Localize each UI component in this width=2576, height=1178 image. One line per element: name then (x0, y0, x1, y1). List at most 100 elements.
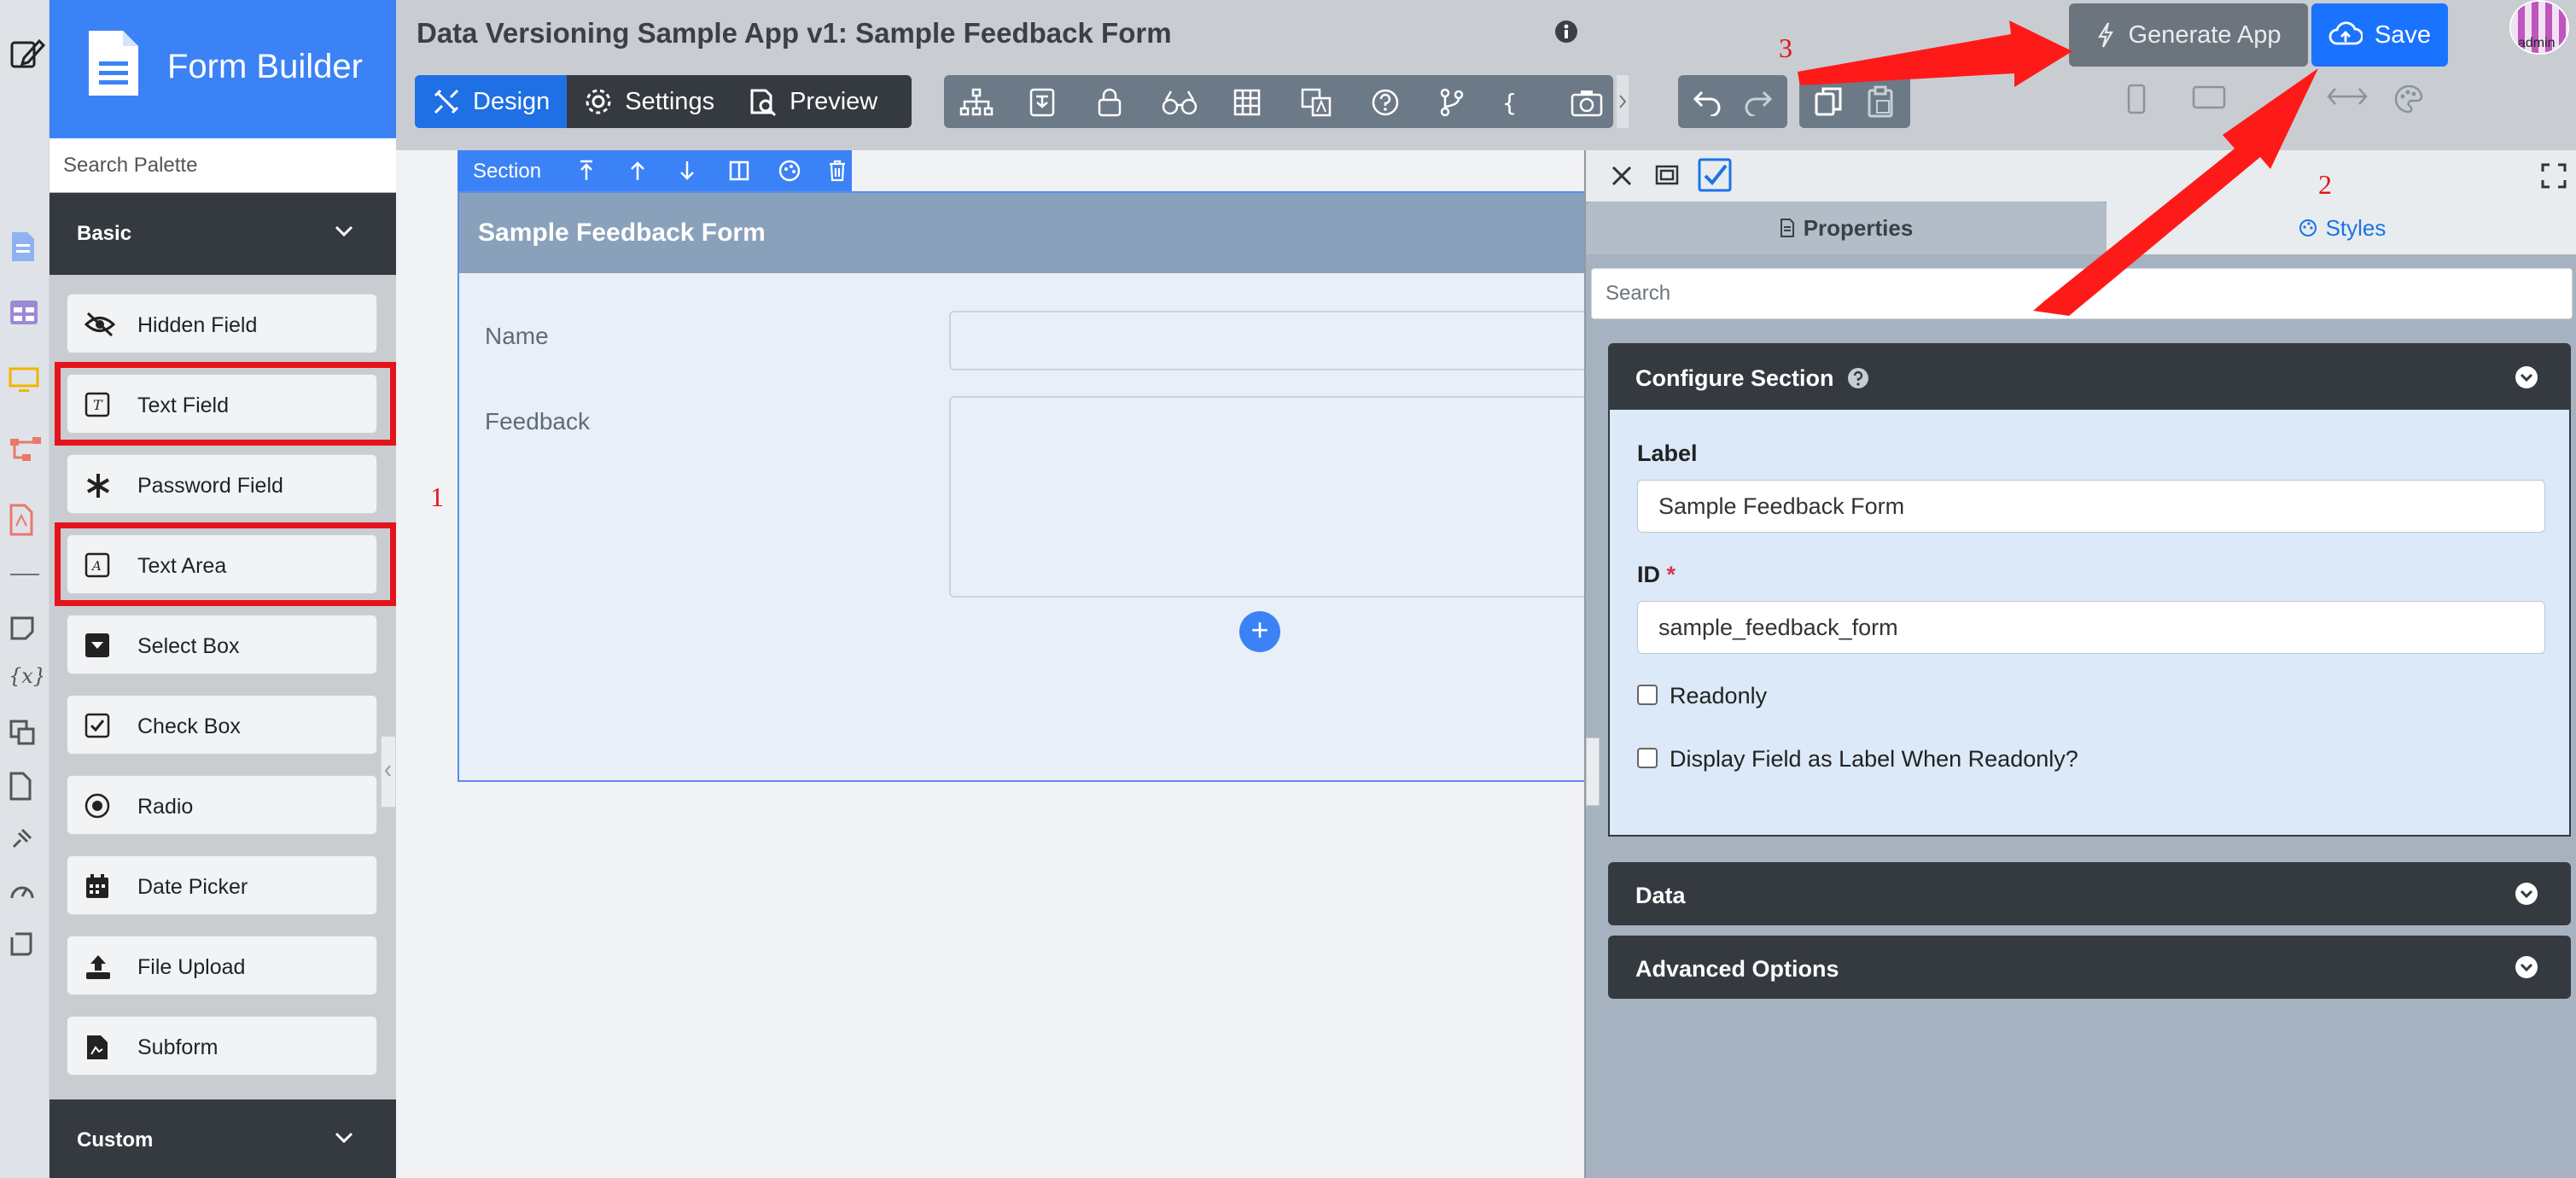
redo-icon[interactable] (1743, 87, 1774, 116)
fullscreen-icon[interactable] (2540, 162, 2567, 190)
palette-item-password-field[interactable]: Password Field (67, 454, 377, 514)
palette-item-select-box[interactable]: Select Box (67, 615, 377, 674)
hierarchy-icon[interactable] (9, 435, 41, 468)
close-icon[interactable] (1610, 164, 1634, 188)
tab-styles[interactable]: Styles (2107, 201, 2576, 254)
form-palette: Form Builder Basic Hidden Field T Text F… (50, 0, 396, 1178)
advanced-options-header[interactable]: Advanced Options (1608, 936, 2571, 999)
svg-text:A: A (90, 558, 102, 574)
id-input[interactable] (1637, 601, 2545, 654)
code-braces-icon[interactable]: { } (1502, 88, 1533, 117)
tablet-view-icon[interactable] (2192, 84, 2226, 109)
translate-icon[interactable] (9, 719, 41, 751)
configure-section-header[interactable]: Configure Section (1608, 343, 2571, 411)
palette-item-text-field[interactable]: T Text Field (67, 374, 377, 434)
undo-icon[interactable] (1692, 87, 1722, 116)
lock-icon[interactable] (1096, 88, 1123, 117)
data-section-header[interactable]: Data (1608, 862, 2571, 925)
save-button[interactable]: Save (2311, 3, 2448, 67)
grid-icon[interactable] (1233, 88, 1262, 117)
camera-icon[interactable] (1571, 88, 1603, 117)
dashboard-icon[interactable] (9, 878, 41, 910)
palette-item-file-upload[interactable]: File Upload (67, 936, 377, 995)
palette-item-date-picker[interactable]: Date Picker (67, 855, 377, 915)
columns-icon[interactable] (729, 160, 749, 182)
radio-icon (85, 793, 110, 819)
move-down-icon[interactable] (678, 160, 696, 182)
palette-item-radio[interactable]: Radio (67, 775, 377, 835)
table-icon[interactable] (9, 299, 41, 331)
tab-properties-label: Properties (1803, 214, 1914, 241)
apply-checkbox-icon[interactable] (1697, 157, 1733, 193)
tab-design[interactable]: Design (415, 75, 568, 128)
variable-icon[interactable]: {x} (9, 662, 43, 695)
category-basic[interactable]: Basic (50, 193, 396, 275)
readonly-checkbox[interactable] (1637, 685, 1658, 705)
document-icon (1780, 219, 1794, 237)
paste-icon[interactable] (1866, 85, 1895, 118)
generate-app-button[interactable]: Generate App (2069, 3, 2308, 67)
tab-preview[interactable]: Preview (731, 75, 895, 128)
palette-collapse-handle[interactable] (381, 736, 396, 808)
script-icon[interactable] (9, 930, 41, 963)
tab-settings[interactable]: Settings (567, 75, 731, 128)
move-up-icon[interactable] (628, 160, 647, 182)
add-section-button[interactable]: + (1239, 611, 1280, 652)
edit-icon[interactable] (9, 34, 46, 68)
rail-divider (10, 574, 39, 575)
form-section[interactable]: Sample Feedback Form Name Feedback (458, 191, 1598, 782)
undo-redo-group (1678, 75, 1787, 128)
mobile-view-icon[interactable] (2127, 84, 2146, 114)
text-area-icon: A (85, 552, 110, 578)
palette-search-input[interactable] (50, 138, 396, 193)
monitor-icon[interactable] (9, 367, 41, 399)
app-left-rail: {x} (0, 0, 50, 1178)
theme-palette-icon[interactable] (2393, 84, 2424, 114)
window-icon[interactable] (1654, 162, 1680, 188)
chevron-down-icon (335, 1132, 353, 1144)
branch-icon[interactable] (1439, 88, 1465, 117)
plugin-icon[interactable] (9, 825, 41, 857)
info-icon[interactable] (1554, 20, 1578, 44)
copy-icon[interactable] (1813, 85, 1844, 118)
tab-properties[interactable]: Properties (1586, 201, 2107, 254)
style-palette-icon[interactable] (778, 160, 801, 182)
properties-search-input[interactable] (1591, 268, 2573, 319)
binoculars-icon[interactable] (1161, 88, 1198, 117)
form-canvas: Section Sample Feedback Form Name Feedba… (396, 150, 1598, 1178)
category-custom[interactable]: Custom (50, 1099, 396, 1178)
palette-item-check-box[interactable]: Check Box (67, 695, 377, 755)
eye-slash-icon (85, 312, 115, 337)
note-icon[interactable] (9, 615, 41, 647)
display-as-label-checkbox[interactable] (1637, 748, 1658, 768)
file-icon[interactable] (9, 772, 41, 804)
palette-item-subform[interactable]: Subform (67, 1016, 377, 1076)
expand-width-icon[interactable] (2327, 84, 2368, 109)
palette-item-text-area[interactable]: A Text Area (67, 534, 377, 594)
pdf-icon[interactable] (9, 504, 41, 536)
document-icon[interactable] (9, 230, 41, 263)
svg-text:{x}: {x} (9, 664, 43, 688)
language-icon[interactable] (1301, 88, 1332, 117)
palette-item-hidden-field[interactable]: Hidden Field (67, 294, 377, 353)
configure-section-title: Configure Section (1635, 365, 1834, 391)
label-input[interactable] (1637, 480, 2545, 533)
trash-icon[interactable] (828, 160, 847, 182)
required-mark: * (1666, 562, 1676, 587)
properties-panel-toolbar (1586, 150, 2576, 201)
builder-tool-strip: { } (944, 75, 1613, 128)
id-field-label: ID * (1637, 562, 1676, 588)
annotation-marker-1: 1 (430, 481, 444, 512)
help-icon[interactable] (1847, 367, 1869, 389)
help-icon[interactable] (1371, 88, 1400, 117)
tree-structure-icon[interactable] (959, 88, 994, 117)
panel-resize-handle[interactable] (1586, 738, 1600, 806)
move-to-top-icon[interactable] (577, 160, 596, 182)
avatar[interactable]: admin (2509, 0, 2569, 55)
name-input[interactable] (949, 311, 1598, 370)
form-fields-icon[interactable] (1028, 88, 1057, 117)
feedback-textarea[interactable] (949, 396, 1598, 598)
tool-strip-scroll-right[interactable] (1617, 75, 1629, 128)
mode-switcher: Design Settings Preview (415, 75, 912, 128)
palette-item-label: Date Picker (137, 875, 248, 899)
